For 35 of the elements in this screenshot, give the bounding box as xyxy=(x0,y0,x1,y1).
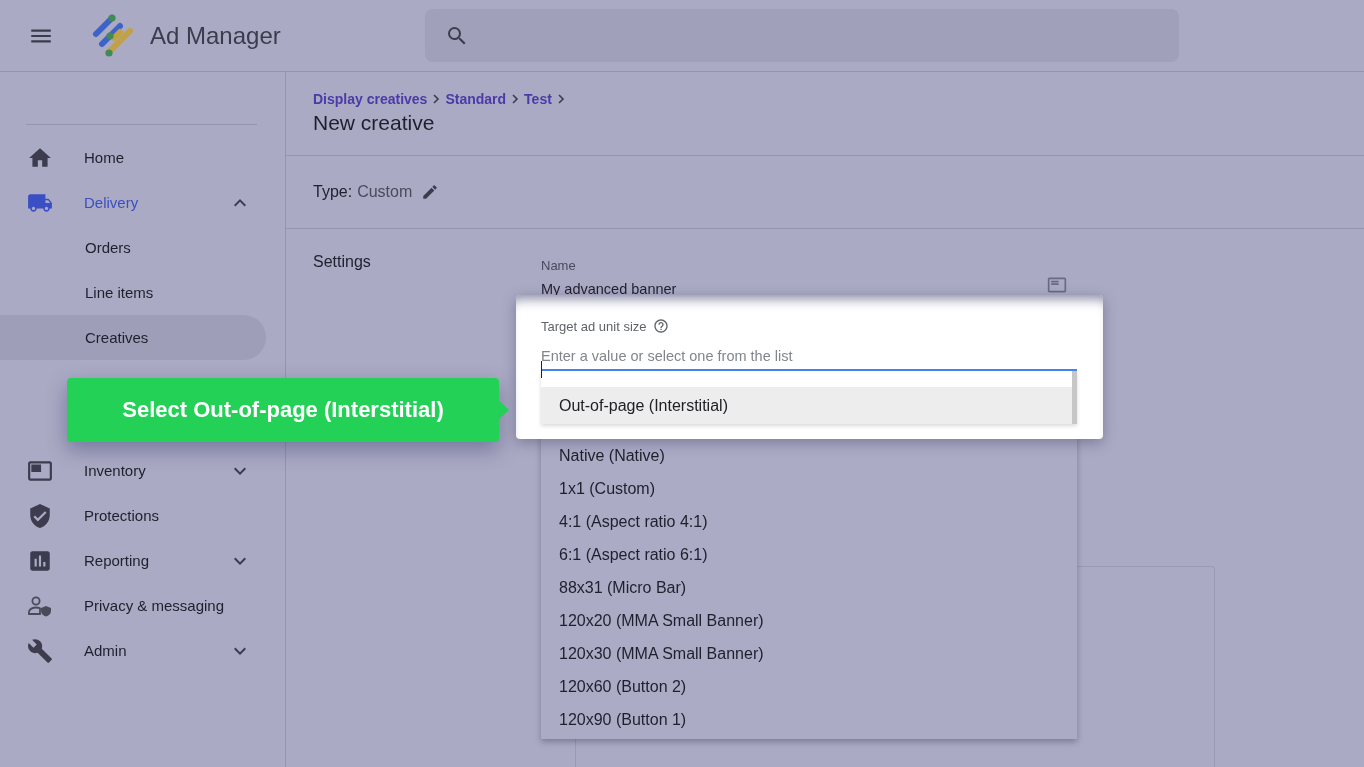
nav-item[interactable]: Home xyxy=(84,149,124,166)
nav-subitem[interactable]: Orders xyxy=(0,225,266,270)
scrollbar[interactable] xyxy=(1072,371,1077,424)
nav-item[interactable]: Admin xyxy=(84,642,127,659)
pencil-icon[interactable] xyxy=(421,183,440,201)
section-heading: Settings xyxy=(313,252,372,271)
breadcrumb-link[interactable]: Test xyxy=(524,91,552,107)
dropdown-option[interactable]: Native (Native) xyxy=(541,439,1077,472)
nav-item[interactable]: Inventory xyxy=(84,462,146,479)
text-cursor xyxy=(541,361,542,378)
type-value: Custom xyxy=(357,183,413,201)
dropdown-option[interactable]: 6:1 (Aspect ratio 6:1) xyxy=(541,538,1077,571)
help-icon[interactable] xyxy=(652,318,669,334)
breadcrumb-link[interactable]: Display creatives xyxy=(313,91,428,107)
page-title: New creative xyxy=(313,111,436,136)
nav-item[interactable]: Reporting xyxy=(84,552,150,569)
breadcrumb-link[interactable]: Standard xyxy=(445,91,507,107)
search-field[interactable] xyxy=(424,9,1179,62)
field-label: Name xyxy=(541,258,577,273)
type-label: Type: xyxy=(313,183,353,201)
dropdown-option[interactable]: 1x1 (Custom) xyxy=(541,472,1077,505)
nav-item[interactable]: Protections xyxy=(84,507,160,524)
dropdown-option[interactable]: 120x20 (MMA Small Banner) xyxy=(541,604,1077,637)
dropdown-option[interactable]: 88x31 (Micro Bar) xyxy=(541,571,1077,604)
dropdown-option[interactable]: 120x60 (Button 2) xyxy=(541,670,1077,703)
dropdown-option[interactable]: 4:1 (Aspect ratio 4:1) xyxy=(541,505,1077,538)
field-label: Target ad unit size xyxy=(541,318,647,334)
callout-text: Select Out-of-page (Interstitial) xyxy=(122,397,444,423)
nav-item[interactable]: Privacy & messaging xyxy=(84,597,225,614)
card-icon xyxy=(1047,275,1067,295)
app-name: Ad Manager xyxy=(150,21,281,50)
nav-subitem[interactable]: Creatives xyxy=(0,315,266,360)
dropdown-option[interactable]: 120x30 (MMA Small Banner) xyxy=(541,637,1077,670)
dropdown-option[interactable]: 120x90 (Button 1) xyxy=(541,703,1077,736)
nav-subitem[interactable]: Line items xyxy=(0,270,266,315)
